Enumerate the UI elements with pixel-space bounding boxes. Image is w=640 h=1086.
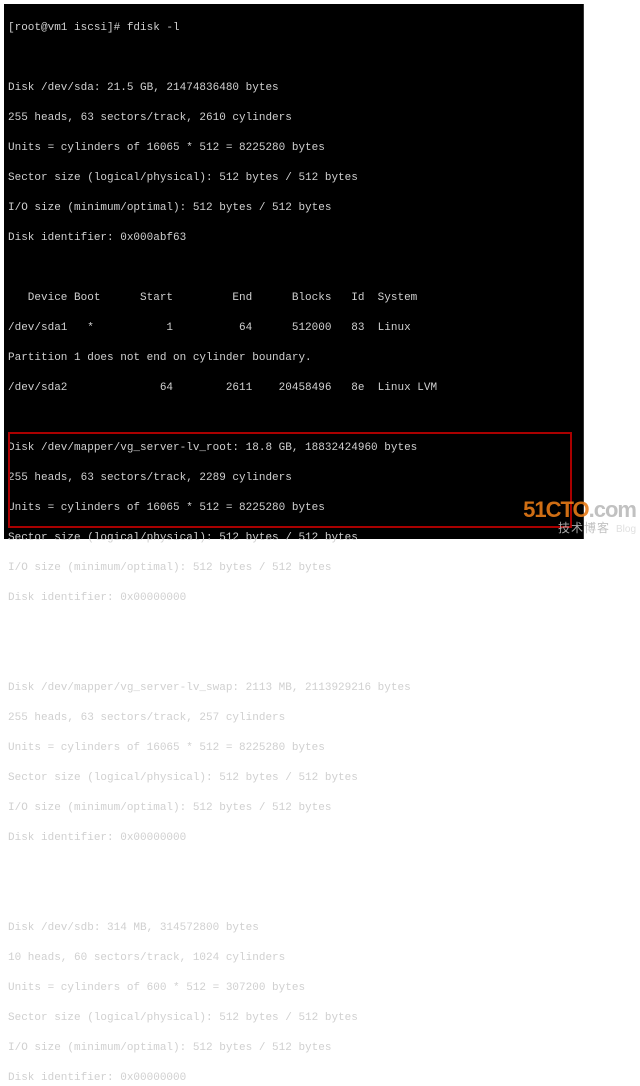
sda-ident: Disk identifier: 0x000abf63 bbox=[8, 231, 579, 246]
blank-line bbox=[8, 621, 579, 636]
blank-line bbox=[8, 51, 579, 66]
sdb-io: I/O size (minimum/optimal): 512 bytes / … bbox=[8, 1041, 579, 1056]
sda-geom: 255 heads, 63 sectors/track, 2610 cylind… bbox=[8, 111, 579, 126]
watermark-brand-suffix: .com bbox=[589, 497, 636, 522]
lvroot-units: Units = cylinders of 16065 * 512 = 82252… bbox=[8, 501, 579, 516]
lvswap-header: Disk /dev/mapper/vg_server-lv_swap: 2113… bbox=[8, 681, 579, 696]
sda-header: Disk /dev/sda: 21.5 GB, 21474836480 byte… bbox=[8, 81, 579, 96]
blank-line bbox=[8, 651, 579, 666]
lvroot-ident: Disk identifier: 0x00000000 bbox=[8, 591, 579, 606]
blank-line bbox=[8, 411, 579, 426]
lvroot-io: I/O size (minimum/optimal): 512 bytes / … bbox=[8, 561, 579, 576]
watermark-brand-main: 51CTO bbox=[523, 497, 589, 522]
shell-prompt[interactable]: [root@vm1 iscsi]# fdisk -l bbox=[8, 21, 579, 36]
sdb-ident: Disk identifier: 0x00000000 bbox=[8, 1071, 579, 1086]
watermark-subtitle: 技术博客 Blog bbox=[523, 521, 636, 537]
lvswap-io: I/O size (minimum/optimal): 512 bytes / … bbox=[8, 801, 579, 816]
sda-io: I/O size (minimum/optimal): 512 bytes / … bbox=[8, 201, 579, 216]
watermark-blog-text: Blog bbox=[616, 524, 636, 535]
part-sda2: /dev/sda2 64 2611 20458496 8e Linux LVM bbox=[8, 381, 579, 396]
terminal-window[interactable]: [root@vm1 iscsi]# fdisk -l Disk /dev/sda… bbox=[4, 4, 584, 539]
lvroot-sect: Sector size (logical/physical): 512 byte… bbox=[8, 531, 579, 546]
watermark-brand: 51CTO.com bbox=[523, 499, 636, 521]
sdb-geom: 10 heads, 60 sectors/track, 1024 cylinde… bbox=[8, 951, 579, 966]
lvswap-sect: Sector size (logical/physical): 512 byte… bbox=[8, 771, 579, 786]
lvswap-units: Units = cylinders of 16065 * 512 = 82252… bbox=[8, 741, 579, 756]
lvswap-ident: Disk identifier: 0x00000000 bbox=[8, 831, 579, 846]
sda-units: Units = cylinders of 16065 * 512 = 82252… bbox=[8, 141, 579, 156]
sda-sect: Sector size (logical/physical): 512 byte… bbox=[8, 171, 579, 186]
lvswap-geom: 255 heads, 63 sectors/track, 257 cylinde… bbox=[8, 711, 579, 726]
part-warn: Partition 1 does not end on cylinder bou… bbox=[8, 351, 579, 366]
blank-line bbox=[8, 261, 579, 276]
watermark-sub-text: 技术博客 bbox=[558, 521, 610, 535]
watermark: 51CTO.com 技术博客 Blog bbox=[523, 499, 636, 537]
sdb-header: Disk /dev/sdb: 314 MB, 314572800 bytes bbox=[8, 921, 579, 936]
blank-line bbox=[8, 891, 579, 906]
blank-line bbox=[8, 861, 579, 876]
sdb-units: Units = cylinders of 600 * 512 = 307200 … bbox=[8, 981, 579, 996]
lvroot-geom: 255 heads, 63 sectors/track, 2289 cylind… bbox=[8, 471, 579, 486]
part-table-header: Device Boot Start End Blocks Id System bbox=[8, 291, 579, 306]
sdb-sect: Sector size (logical/physical): 512 byte… bbox=[8, 1011, 579, 1026]
part-sda1: /dev/sda1 * 1 64 512000 83 Linux bbox=[8, 321, 579, 336]
lvroot-header: Disk /dev/mapper/vg_server-lv_root: 18.8… bbox=[8, 441, 579, 456]
